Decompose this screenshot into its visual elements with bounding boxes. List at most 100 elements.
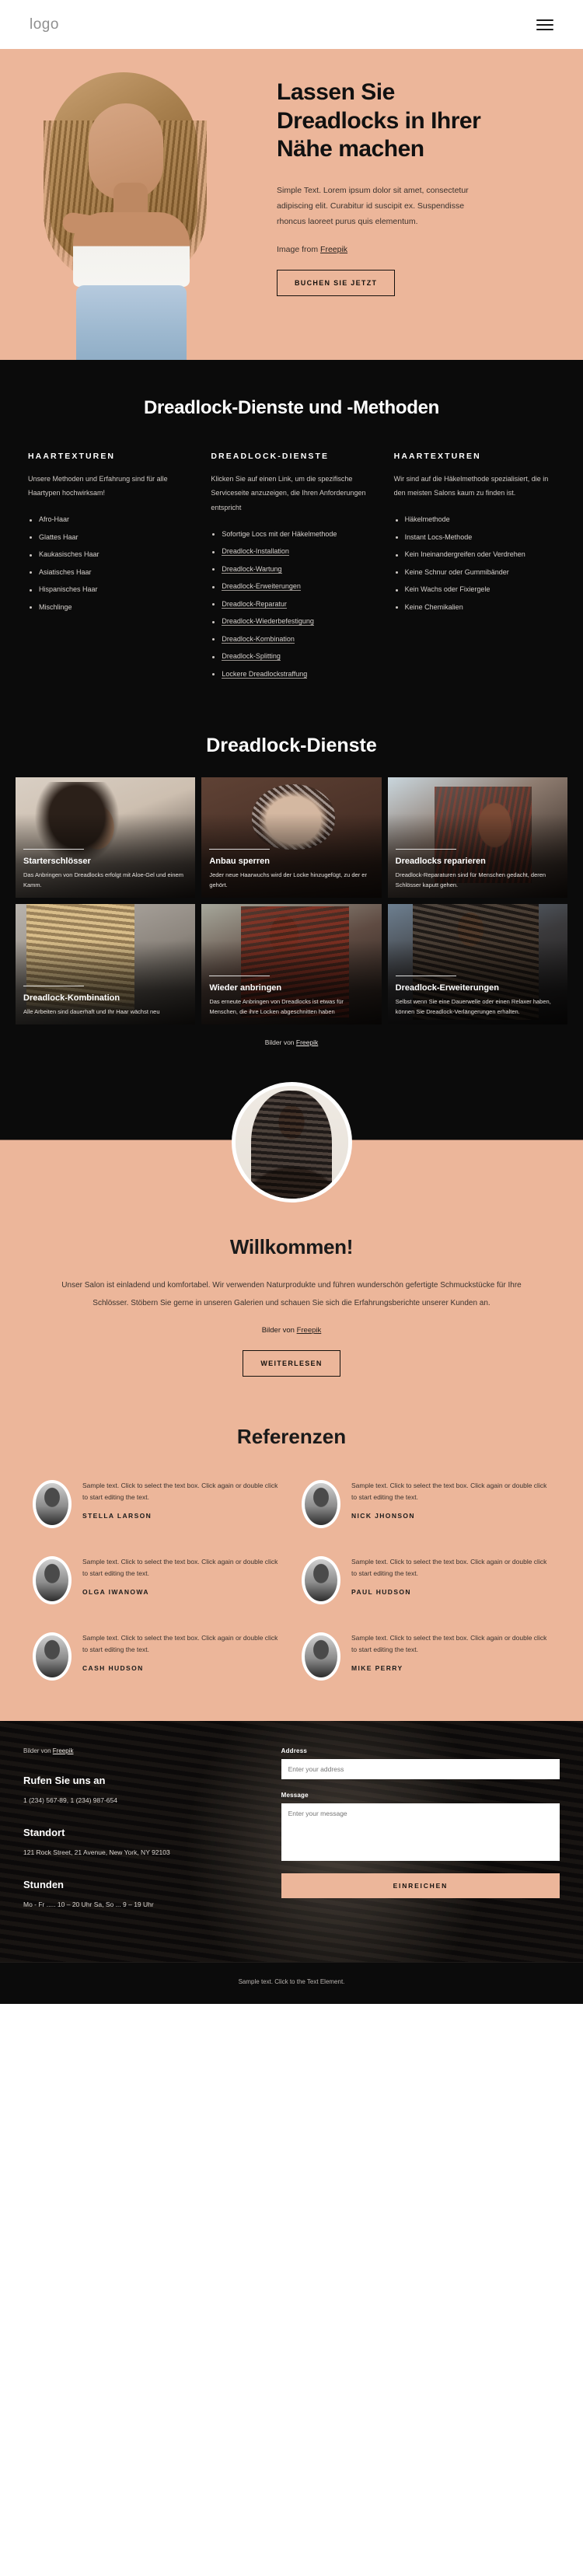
card-text: Dreadlock-Reparaturen sind für Menschen … xyxy=(395,871,546,888)
address-field[interactable] xyxy=(281,1758,560,1779)
gallery-credit-link[interactable]: Freepik xyxy=(296,1038,318,1046)
hero-cta-button[interactable]: BUCHEN SIE JETZT xyxy=(277,270,396,297)
welcome-paragraph: Unser Salon ist einladend und komfortabe… xyxy=(61,1280,522,1307)
testimonial-name: STELLA LARSON xyxy=(82,1512,152,1520)
welcome-title: Willkommen! xyxy=(229,1234,354,1258)
footer-credit-link[interactable]: Freepik xyxy=(53,1747,74,1754)
card-title: Wieder anbringen xyxy=(209,983,282,993)
submit-button[interactable]: EINREICHEN xyxy=(281,1873,560,1898)
footer-call-text: 1 (234) 567-89, 1 (234) 987-654 xyxy=(23,1796,117,1804)
column-list: Sofortige Locs mit der Häkelmethode Drea… xyxy=(211,525,372,683)
message-field[interactable] xyxy=(281,1803,560,1861)
testimonial-item: Sample text. Click to select the text bo… xyxy=(33,1632,281,1681)
avatar xyxy=(302,1555,340,1604)
list-item-label: Kaukasisches Haar xyxy=(39,550,99,559)
list-item: Keine Chemikalien xyxy=(394,599,555,616)
list-item: Keine Schnur oder Gummibänder xyxy=(394,564,555,581)
footer-form-column: Address Message EINREICHEN xyxy=(281,1747,560,1931)
testimonial-text: Sample text. Click to select the text bo… xyxy=(351,1481,547,1501)
card-text: Das erneute Anbringen von Dreadlocks ist… xyxy=(209,998,344,1015)
footer-hours-text: Mo - Fr ..... 10 – 20 Uhr Sa, So ... 9 –… xyxy=(23,1901,154,1909)
card-title: Dreadlocks reparieren xyxy=(395,856,486,866)
site-footer: Bilder von Freepik Rufen Sie uns an 1 (2… xyxy=(0,1720,583,1963)
list-item-link[interactable]: Dreadlock-Wartung xyxy=(211,560,372,578)
gallery-card[interactable]: Dreadlocks reparieren Dreadlock-Reparatu… xyxy=(387,777,567,898)
testimonial-item: Sample text. Click to select the text bo… xyxy=(33,1555,281,1604)
list-item-link[interactable]: Dreadlock-Reparatur xyxy=(211,595,372,613)
footer-content: Bilder von Freepik Rufen Sie uns an 1 (2… xyxy=(23,1747,560,1931)
list-item: Instant Locs-Methode xyxy=(394,529,555,546)
list-item-label: Dreadlock-Erweiterungen xyxy=(222,582,301,592)
avatar-image xyxy=(36,1559,68,1601)
hero-title: Lassen Sie Dreadlocks in Ihrer Nähe mach… xyxy=(277,79,481,162)
site-logo[interactable]: logo xyxy=(30,16,59,33)
gallery-card[interactable]: Starterschlösser Das Anbringen von Dread… xyxy=(16,777,196,898)
list-item: Kein Wachs oder Fixiergele xyxy=(394,581,555,599)
avatar xyxy=(302,1632,340,1681)
card-title: Starterschlösser xyxy=(23,856,91,866)
hero-text-block: Lassen Sie Dreadlocks in Ihrer Nähe mach… xyxy=(264,49,583,360)
hamburger-menu-icon[interactable] xyxy=(536,19,553,30)
list-item-label: Lockere Dreadlockstraffung xyxy=(222,669,308,679)
list-item-label: Kein Wachs oder Fixiergele xyxy=(404,585,490,594)
list-item-label: Hispanisches Haar xyxy=(39,585,98,594)
testimonial-name: MIKE PERRY xyxy=(351,1664,403,1673)
methods-title: Dreadlock-Dienste und -Methoden xyxy=(143,397,440,418)
testimonial-text: Sample text. Click to select the text bo… xyxy=(82,1557,278,1577)
welcome-credit: Bilder von Freepik xyxy=(47,1326,536,1335)
card-divider xyxy=(395,848,456,850)
avatar xyxy=(302,1479,340,1528)
testimonial-item: Sample text. Click to select the text bo… xyxy=(302,1479,550,1528)
hero-credit-link[interactable]: Freepik xyxy=(320,245,347,254)
column-list: Afro-Haar Glattes Haar Kaukasisches Haar… xyxy=(28,511,189,616)
footer-call-heading: Rufen Sie uns an xyxy=(23,1774,106,1786)
hero-credit-prefix: Image from xyxy=(277,245,321,255)
card-text: Selbst wenn Sie eine Dauerwelle oder ein… xyxy=(395,998,551,1015)
list-item-label: Keine Schnur oder Gummibänder xyxy=(404,567,509,576)
column-heading: HAARTEXTUREN xyxy=(393,452,481,461)
gallery-card[interactable]: Anbau sperren Jeder neue Haarwuchs wird … xyxy=(201,777,382,898)
gallery-card[interactable]: Dreadlock-Kombination Alle Arbeiten sind… xyxy=(16,903,196,1024)
burger-line-1 xyxy=(536,19,553,21)
gallery-credit-prefix: Bilder von xyxy=(264,1038,296,1046)
welcome-avatar xyxy=(231,1081,352,1202)
testimonial-body: Sample text. Click to select the text bo… xyxy=(351,1632,550,1672)
welcome-credit-link[interactable]: Freepik xyxy=(297,1326,322,1335)
address-field-label: Address xyxy=(281,1747,308,1754)
list-item-link[interactable]: Lockere Dreadlockstraffung xyxy=(211,665,372,683)
testimonial-name: OLGA IWANOWA xyxy=(82,1588,149,1597)
list-item-label: Dreadlock-Splitting xyxy=(222,652,281,661)
avatar-image xyxy=(36,1482,68,1525)
list-item-link[interactable]: Dreadlock-Kombination xyxy=(211,630,372,648)
list-item-label: Keine Chemikalien xyxy=(404,602,463,611)
welcome-cta-button[interactable]: WEITERLESEN xyxy=(243,1349,340,1377)
footer-contact-column: Bilder von Freepik Rufen Sie uns an 1 (2… xyxy=(23,1747,260,1931)
card-caption: Wieder anbringen Das erneute Anbringen v… xyxy=(209,975,373,1017)
list-item-link[interactable]: Dreadlock-Installation xyxy=(211,543,372,561)
column-paragraph: Wir sind auf die Häkelmethode spezialisi… xyxy=(393,475,549,497)
hero-portrait-image xyxy=(33,66,227,360)
footer-credit-prefix: Bilder von xyxy=(23,1747,53,1754)
card-divider xyxy=(209,848,271,850)
gallery-card[interactable]: Dreadlock-Erweiterungen Selbst wenn Sie … xyxy=(387,903,567,1024)
card-title: Dreadlock-Kombination xyxy=(23,993,120,1003)
card-text: Alle Arbeiten sind dauerhaft und Ihr Haa… xyxy=(23,1007,160,1015)
list-item: Kaukasisches Haar xyxy=(28,546,189,564)
testimonial-text: Sample text. Click to select the text bo… xyxy=(82,1633,278,1653)
list-item: Mischlinge xyxy=(28,599,189,616)
card-text: Jeder neue Haarwuchs wird der Locke hinz… xyxy=(209,871,367,888)
list-item-label: Afro-Haar xyxy=(39,515,70,524)
list-item-link[interactable]: Dreadlock-Splitting xyxy=(211,648,372,666)
gallery-grid: Starterschlösser Das Anbringen von Dread… xyxy=(0,777,583,1024)
column-heading: DREADLOCK-DIENSTE xyxy=(211,452,330,461)
gallery-card[interactable]: Wieder anbringen Das erneute Anbringen v… xyxy=(201,903,382,1024)
list-item-label: Asiatisches Haar xyxy=(39,567,92,576)
card-caption: Dreadlock-Kombination Alle Arbeiten sind… xyxy=(23,985,187,1017)
list-item-link[interactable]: Dreadlock-Wiederbefestigung xyxy=(211,613,372,631)
list-item-label: Instant Locs-Methode xyxy=(404,532,473,541)
list-item-label: Dreadlock-Wiederbefestigung xyxy=(222,617,314,627)
footer-bottom-bar: Sample text. Click to the Text Element. xyxy=(0,1962,583,2005)
column-paragraph: Klicken Sie auf einen Link, um die spezi… xyxy=(211,475,366,511)
card-divider xyxy=(23,848,84,850)
list-item-link[interactable]: Dreadlock-Erweiterungen xyxy=(211,578,372,596)
